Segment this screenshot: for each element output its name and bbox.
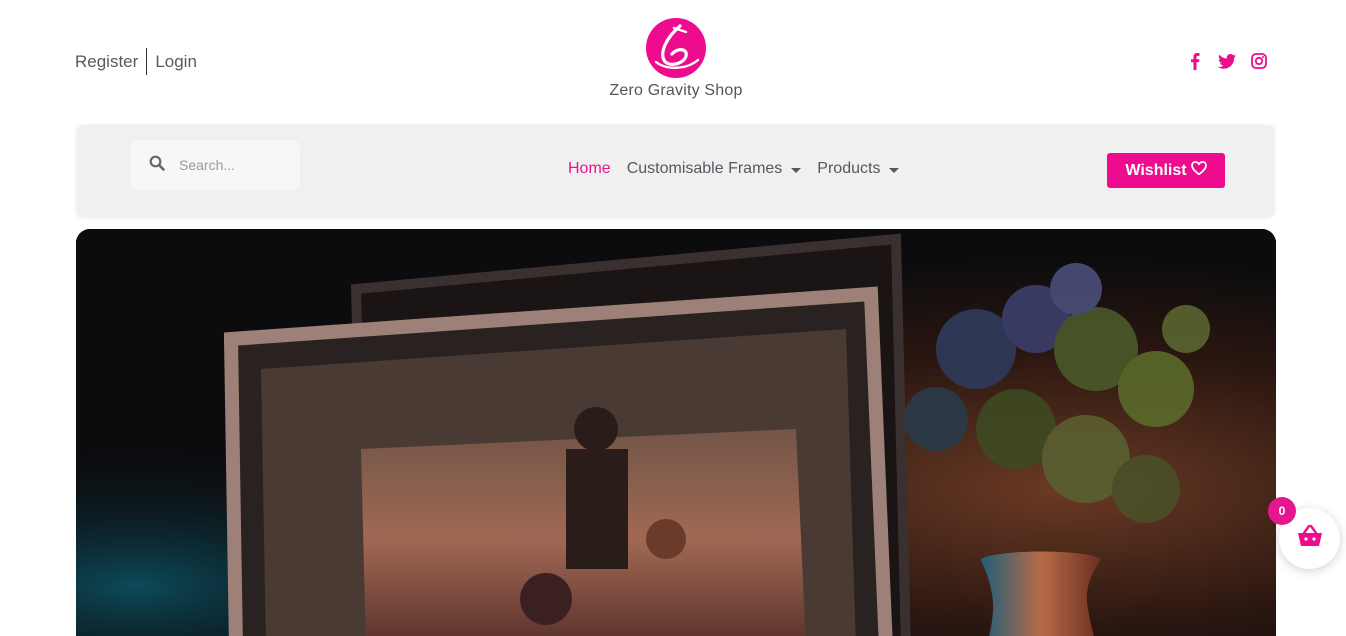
register-link[interactable]: Register xyxy=(75,52,138,72)
brand[interactable]: Zero Gravity Shop xyxy=(576,16,776,100)
wishlist-button[interactable]: Wishlist xyxy=(1107,153,1225,188)
basket-icon xyxy=(1296,524,1324,553)
search-input[interactable] xyxy=(179,157,289,173)
search-box[interactable] xyxy=(131,140,300,190)
heart-icon xyxy=(1190,161,1207,180)
brand-name: Zero Gravity Shop xyxy=(609,82,743,99)
nav-item-label: Products xyxy=(817,160,881,177)
hero-banner xyxy=(76,229,1276,636)
facebook-icon[interactable] xyxy=(1186,52,1204,70)
brand-logo[interactable] xyxy=(644,16,708,80)
nav-item-label: Home xyxy=(568,160,611,177)
cart-count-badge: 0 xyxy=(1268,497,1296,525)
login-link[interactable]: Login xyxy=(155,52,197,72)
hero-image xyxy=(76,229,1276,636)
nav-item-products[interactable]: Products xyxy=(817,160,900,178)
main-navbar: Home Customisable Frames Products Wishli… xyxy=(77,125,1274,216)
twitter-icon[interactable] xyxy=(1218,52,1236,70)
nav-item-home[interactable]: Home xyxy=(568,160,611,178)
auth-links: Register Login xyxy=(75,48,197,75)
top-header: Register Login Zero Gravity Shop xyxy=(0,0,1346,120)
instagram-icon[interactable] xyxy=(1250,52,1268,70)
social-links xyxy=(1186,52,1268,70)
nav-item-customisable-frames[interactable]: Customisable Frames xyxy=(627,160,802,178)
caret-down-icon xyxy=(791,167,802,173)
auth-divider xyxy=(146,48,148,75)
caret-down-icon xyxy=(889,167,900,173)
wishlist-label: Wishlist xyxy=(1125,161,1187,179)
nav-item-label: Customisable Frames xyxy=(626,160,783,177)
nav-menu: Home Customisable Frames Products xyxy=(568,160,915,178)
search-icon xyxy=(149,155,165,176)
